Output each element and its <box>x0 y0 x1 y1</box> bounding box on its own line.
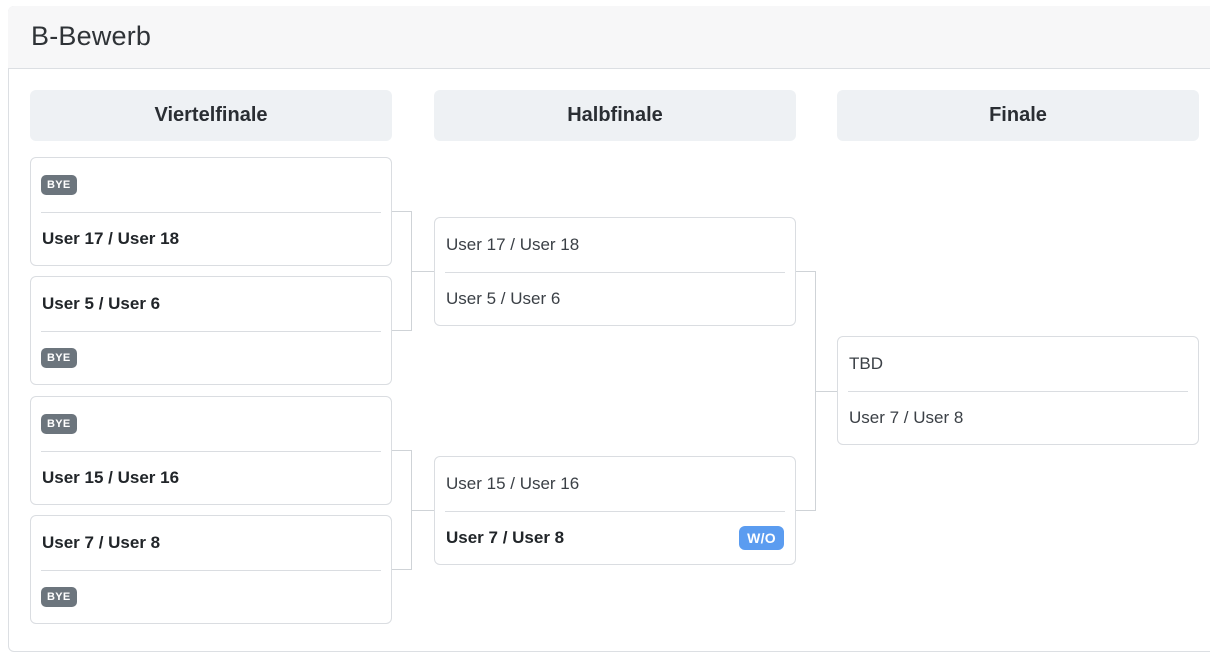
round-header-viertelfinale: Viertelfinale <box>30 90 392 141</box>
bye-badge: BYE <box>41 348 77 368</box>
bracket-connector <box>392 211 412 212</box>
team-name: User 7 / User 8 <box>42 533 161 552</box>
round-header-halbfinale: Halbfinale <box>434 90 796 141</box>
match-slot-top: User 5 / User 6 <box>41 277 381 332</box>
team-name: User 7 / User 8 <box>849 408 964 427</box>
bracket-connector <box>815 391 837 392</box>
semifinal-match-1[interactable]: User 17 / User 18 User 5 / User 6 <box>434 217 796 326</box>
match-slot-top: User 17 / User 18 <box>445 218 785 273</box>
bye-badge: BYE <box>41 175 77 195</box>
match-slot-bottom: User 5 / User 6 <box>445 272 785 326</box>
quarterfinal-match-2[interactable]: User 5 / User 6 BYE <box>30 276 392 385</box>
bracket-connector <box>392 330 412 331</box>
match-slot-bottom: User 17 / User 18 <box>41 212 381 266</box>
match-slot-top: TBD <box>848 337 1188 392</box>
quarterfinal-match-1[interactable]: BYE User 17 / User 18 <box>30 157 392 266</box>
match-slot-top: User 15 / User 16 <box>445 457 785 512</box>
bracket-connector <box>796 510 816 511</box>
bracket-connector <box>411 510 434 511</box>
team-name: User 5 / User 6 <box>42 294 161 313</box>
team-name: TBD <box>849 354 883 373</box>
quarterfinal-match-3[interactable]: BYE User 15 / User 16 <box>30 396 392 505</box>
team-name: User 15 / User 16 <box>42 468 180 487</box>
match-slot-bottom: BYE <box>41 331 381 385</box>
match-slot-top: BYE <box>41 158 381 213</box>
bye-badge: BYE <box>41 414 77 434</box>
card-header <box>8 6 1210 69</box>
bracket-connector <box>796 271 816 272</box>
bracket-connector <box>411 271 434 272</box>
team-name: User 7 / User 8 <box>446 528 565 547</box>
round-header-finale: Finale <box>837 90 1199 141</box>
bye-badge: BYE <box>41 587 77 607</box>
quarterfinal-match-4[interactable]: User 7 / User 8 BYE <box>30 515 392 624</box>
bracket-connector <box>392 569 412 570</box>
match-slot-bottom: User 15 / User 16 <box>41 451 381 505</box>
final-match[interactable]: TBD User 7 / User 8 <box>837 336 1199 445</box>
bracket-connector <box>392 450 412 451</box>
card-title: B-Bewerb <box>31 21 152 51</box>
semifinal-match-2[interactable]: User 15 / User 16 User 7 / User 8 W/O <box>434 456 796 565</box>
team-name: User 17 / User 18 <box>42 229 180 248</box>
match-slot-bottom: User 7 / User 8 <box>848 391 1188 445</box>
match-slot-top: BYE <box>41 397 381 452</box>
team-name: User 17 / User 18 <box>446 235 580 254</box>
walkover-badge: W/O <box>739 526 784 550</box>
team-name: User 5 / User 6 <box>446 289 561 308</box>
match-slot-top: User 7 / User 8 <box>41 516 381 571</box>
match-slot-bottom: BYE <box>41 570 381 624</box>
team-name: User 15 / User 16 <box>446 474 580 493</box>
match-slot-bottom: User 7 / User 8 W/O <box>445 511 785 565</box>
